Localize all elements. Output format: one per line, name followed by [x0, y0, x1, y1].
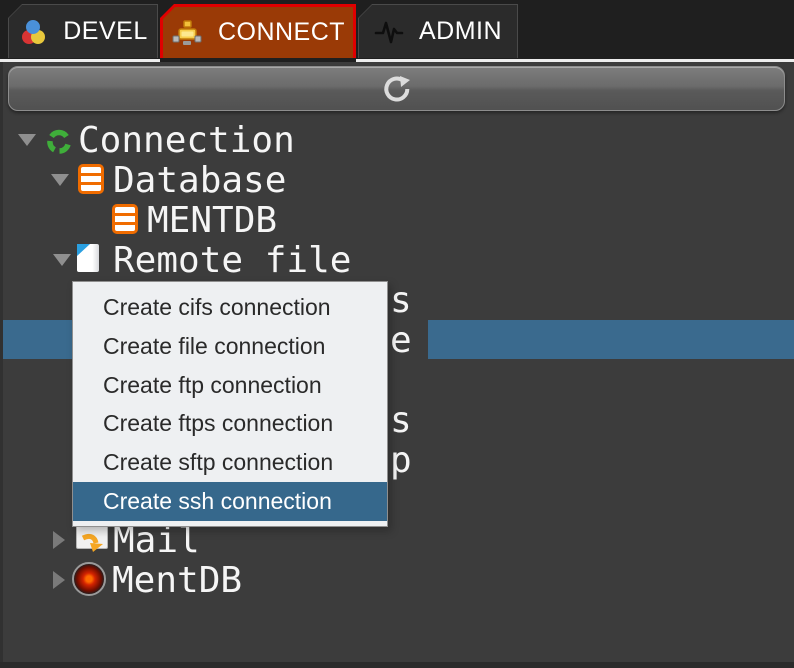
database-icon: [78, 164, 104, 194]
tree-row-remote-file[interactable]: Remote file: [0, 240, 794, 280]
tree-label[interactable]: MentDB: [112, 560, 242, 600]
menu-item-create-sftp-connection[interactable]: Create sftp connection: [73, 443, 387, 482]
obscured-tree-row-fragment[interactable]: p: [390, 440, 450, 480]
menu-item-create-ftp-connection[interactable]: Create ftp connection: [73, 366, 387, 405]
obscured-tree-row-fragment[interactable]: s: [390, 280, 450, 320]
tree-label[interactable]: Connection: [78, 120, 295, 160]
network-icon: [171, 17, 203, 49]
obscured-tree-row-fragment[interactable]: s: [390, 400, 450, 440]
menu-item-create-ftps-connection[interactable]: Create ftps connection: [73, 404, 387, 443]
mail-icon: [76, 525, 108, 549]
tree-row-connection[interactable]: Connection: [0, 120, 794, 160]
tabbar-bottom-line: [356, 59, 794, 62]
tree-row-mentdb-server[interactable]: MentDB: [0, 560, 794, 600]
tab-connect[interactable]: CONNECT: [160, 4, 356, 58]
tab-admin-body: ADMIN: [359, 5, 517, 58]
panel-left-edge: [0, 62, 3, 662]
tabbar-bottom-line: [0, 59, 160, 62]
tree-label[interactable]: Database: [113, 160, 286, 200]
tab-admin-label: ADMIN: [419, 17, 502, 46]
file-icon: [77, 244, 99, 272]
tab-devel-label: DEVEL: [63, 17, 147, 46]
selected-row-highlight: [428, 320, 794, 359]
expander-open-icon[interactable]: [53, 254, 71, 266]
tab-devel[interactable]: DEVEL: [8, 4, 158, 58]
menu-item-create-cifs-connection[interactable]: Create cifs connection: [73, 288, 387, 327]
expander-closed-icon[interactable]: [53, 571, 65, 589]
mentdb-eye-icon: [72, 562, 106, 596]
context-menu: Create cifs connection Create file conne…: [72, 281, 388, 527]
tab-connect-label: CONNECT: [218, 18, 345, 47]
expander-open-icon[interactable]: [18, 134, 36, 146]
color-circles-icon: [18, 17, 48, 47]
refresh-button[interactable]: [8, 66, 785, 111]
tab-bar: DEVEL CONNECT: [0, 0, 794, 62]
tab-devel-body: DEVEL: [9, 5, 157, 58]
expander-closed-icon[interactable]: [53, 531, 65, 549]
menu-item-create-file-connection[interactable]: Create file connection: [73, 327, 387, 366]
mentdb-connect-panel: { "tab_bar": { "tabs": [ { "label": "DEV…: [0, 0, 794, 668]
tab-admin[interactable]: ADMIN: [358, 4, 518, 58]
expander-open-icon[interactable]: [51, 174, 69, 186]
selected-row-highlight: [3, 320, 72, 359]
tree-label[interactable]: MENTDB: [147, 200, 277, 240]
tree-label[interactable]: Remote file: [113, 240, 351, 280]
pulse-icon: [374, 17, 404, 47]
tree-row-database[interactable]: Database: [0, 160, 794, 200]
tab-connect-body: CONNECT: [163, 7, 353, 58]
tree-row-mentdb-db[interactable]: MENTDB: [0, 200, 794, 240]
menu-item-create-ssh-connection[interactable]: Create ssh connection: [73, 482, 387, 521]
refresh-icon: [380, 72, 414, 106]
panel-bottom-edge: [0, 662, 794, 668]
database-icon: [112, 204, 138, 234]
obscured-tree-row-fragment[interactable]: e: [390, 320, 450, 360]
